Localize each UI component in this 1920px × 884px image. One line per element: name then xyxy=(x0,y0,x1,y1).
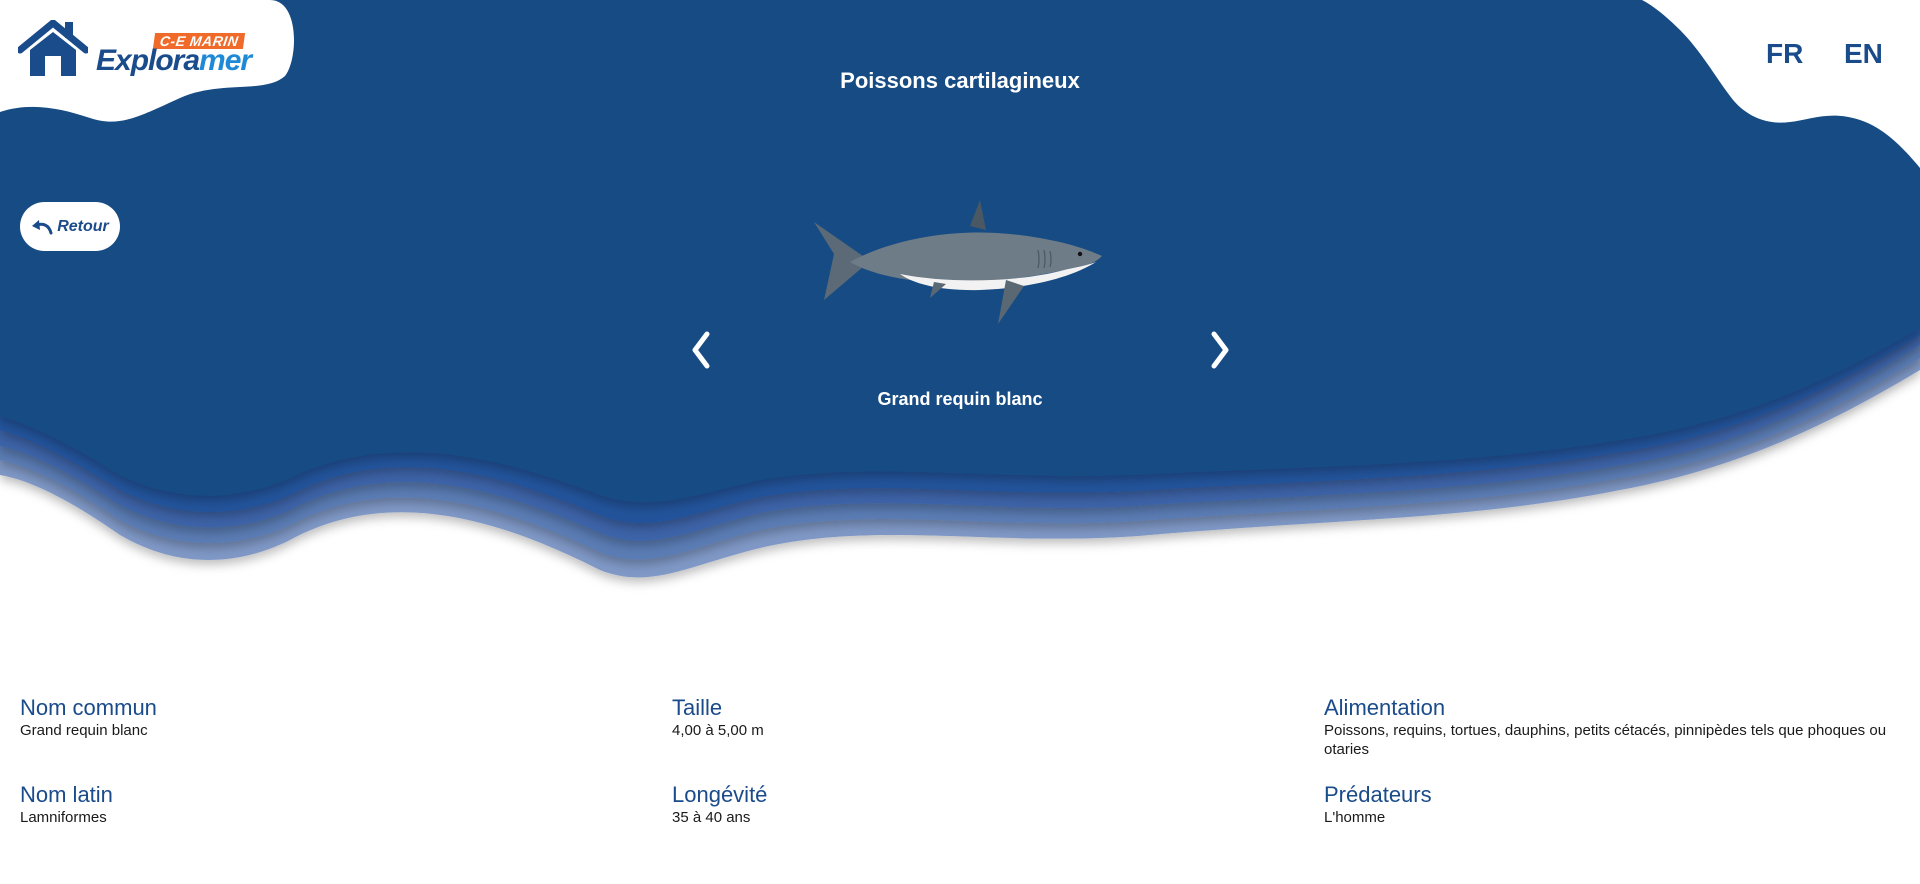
back-button[interactable]: Retour xyxy=(20,202,120,251)
previous-species-button[interactable] xyxy=(683,325,719,375)
language-en-link[interactable]: EN xyxy=(1844,38,1883,70)
info-label: Prédateurs xyxy=(1324,782,1432,807)
chevron-left-icon xyxy=(692,331,710,369)
info-value: Lamniformes xyxy=(20,809,107,826)
page-title: Poissons cartilagineux xyxy=(840,68,1080,93)
logo-word-part1: Explora xyxy=(96,44,200,77)
logo-wordmark: Exploramer xyxy=(96,44,252,78)
info-value: Poissons, requins, tortues, dauphins, pe… xyxy=(1324,722,1887,758)
great-white-shark-illustration xyxy=(814,200,1102,324)
chevron-right-icon xyxy=(1211,331,1229,369)
undo-arrow-icon xyxy=(32,219,53,234)
info-value: Grand requin blanc xyxy=(20,722,148,739)
next-species-button[interactable] xyxy=(1202,325,1238,375)
species-name: Grand requin blanc xyxy=(877,389,1043,409)
info-longevity: Longévité 35 à 40 ans xyxy=(672,782,1272,827)
info-label: Taille xyxy=(672,695,723,720)
home-icon xyxy=(18,20,88,76)
info-diet: Alimentation Poissons, requins, tortues,… xyxy=(1324,695,1910,759)
info-value: 4,00 à 5,00 m xyxy=(672,722,764,739)
info-common-name: Nom commun Grand requin blanc xyxy=(20,695,620,740)
info-value: L'homme xyxy=(1324,809,1386,826)
logo-word-part2: mer xyxy=(199,44,252,77)
info-label: Alimentation xyxy=(1324,695,1446,720)
info-label: Nom latin xyxy=(20,782,113,807)
info-size: Taille 4,00 à 5,00 m xyxy=(672,695,1272,740)
info-label: Nom commun xyxy=(20,695,157,720)
info-value: 35 à 40 ans xyxy=(672,809,751,826)
info-latin-name: Nom latin Lamniformes xyxy=(20,782,620,827)
back-button-label: Retour xyxy=(57,217,109,235)
explora-mer-logo[interactable]: C-E MARIN Exploramer xyxy=(18,20,252,84)
info-label: Longévité xyxy=(672,782,768,807)
info-predators: Prédateurs L'homme xyxy=(1324,782,1910,827)
language-fr-link[interactable]: FR xyxy=(1766,38,1803,70)
